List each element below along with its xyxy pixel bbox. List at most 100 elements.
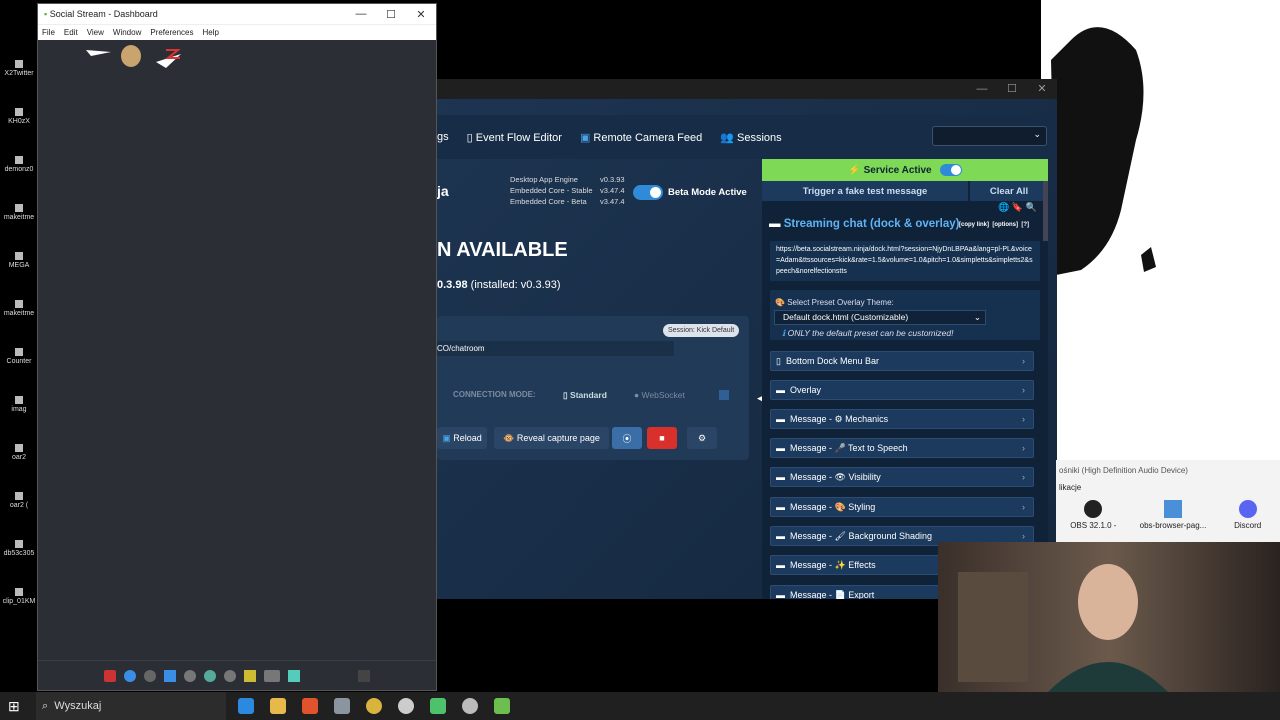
desktop-icon-8[interactable]: oar2: [0, 444, 38, 461]
desktop-icon-6[interactable]: Counter: [0, 348, 38, 365]
chevron-right-icon: ›: [1022, 356, 1025, 366]
menu-preferences[interactable]: Preferences: [150, 28, 193, 37]
taskbar-search[interactable]: ⌕ Wyszukaj: [36, 692, 226, 720]
refresh-icon[interactable]: [204, 669, 216, 682]
nav-partial[interactable]: gs: [437, 131, 449, 143]
desktop-icon-11[interactable]: clip_01KM: [0, 588, 38, 605]
auto-icon[interactable]: [264, 669, 280, 682]
scrollbar[interactable]: [1043, 181, 1048, 241]
desktop-icon-7[interactable]: imag: [0, 396, 38, 413]
chevron-right-icon: ›: [1022, 414, 1025, 424]
nav-sessions[interactable]: 👥 Sessions: [720, 131, 781, 144]
help-link[interactable]: [?]: [1021, 222, 1029, 228]
app3-icon[interactable]: [462, 698, 478, 714]
search-icon[interactable]: 🔍: [1025, 202, 1036, 212]
overlay-url[interactable]: https://beta.socialstream.ninja/dock.htm…: [770, 241, 1040, 281]
browser-icon: [1163, 500, 1182, 518]
broom-icon[interactable]: [244, 669, 256, 682]
accordion-label: Message - 🖌 Background Shading: [790, 530, 933, 541]
minimize-button[interactable]: —: [967, 79, 997, 99]
monkey-icon: 🐵: [503, 432, 515, 443]
menu-help[interactable]: Help: [202, 28, 218, 37]
menu-file[interactable]: File: [42, 28, 55, 37]
social-stream-icon[interactable]: [494, 698, 510, 714]
speaker-icon[interactable]: [288, 669, 300, 682]
emoji-icon[interactable]: [184, 669, 196, 682]
nav-event-flow[interactable]: ▯ Event Flow Editor: [467, 131, 562, 144]
accordion-item[interactable]: ▬ Message - 👁 Visibility ›: [770, 467, 1034, 487]
bell-icon[interactable]: [144, 669, 156, 682]
menu-edit[interactable]: Edit: [64, 28, 78, 37]
chevron-right-icon: ›: [1022, 472, 1025, 482]
maximize-button[interactable]: ☐: [997, 79, 1027, 99]
desktop-icon-5[interactable]: makeitme: [0, 300, 38, 317]
copy-link[interactable]: [copy link]: [959, 222, 989, 228]
desktop-icon-10[interactable]: db53c305: [0, 540, 38, 557]
clear-all-button[interactable]: Clear All: [970, 181, 1048, 201]
chrome-icon[interactable]: [366, 698, 382, 714]
minimize-toolbar-icon[interactable]: [358, 669, 370, 682]
maximize-button[interactable]: ☐: [376, 8, 406, 21]
accordion-item[interactable]: ▬ Overlay ›: [770, 380, 1034, 400]
reveal-button[interactable]: 🐵 Reveal capture page: [494, 427, 609, 449]
trigger-test-button[interactable]: Trigger a fake test message: [762, 181, 968, 201]
desktop-icon-3[interactable]: makeitme: [0, 204, 38, 221]
bookmark-icon[interactable]: 🔖: [1012, 202, 1023, 212]
mode-standard[interactable]: ▯ Standard: [563, 390, 607, 401]
service-toggle[interactable]: [939, 164, 962, 176]
desktop-icon-4[interactable]: MEGA: [0, 252, 38, 269]
stop-button[interactable]: ■: [647, 427, 677, 449]
accordion-item[interactable]: ▬ Message - 🎨 Styling ›: [770, 497, 1034, 517]
preset-select[interactable]: Default dock.html (Customizable) ⌄: [774, 310, 986, 325]
accordion-item[interactable]: ▬ Message - ⚙ Mechanics ›: [770, 409, 1034, 429]
pause-icon[interactable]: [104, 669, 116, 682]
settings-button[interactable]: ⚙: [687, 427, 717, 449]
channel-input[interactable]: CO/chatroom: [437, 341, 674, 356]
info-icon[interactable]: [719, 390, 729, 400]
edge-icon[interactable]: [238, 698, 254, 714]
accordion-label: Message - ✨ Effects: [790, 559, 876, 570]
chat-bubble-icon[interactable]: [124, 669, 136, 682]
desktop-icon-9[interactable]: oar2 (: [0, 492, 38, 509]
preset-label-text: Select Preset Overlay Theme:: [787, 298, 894, 307]
accordion-item[interactable]: ▬ Message - 🎤 Text to Speech ›: [770, 438, 1034, 458]
chevron-right-icon: ›: [1022, 443, 1025, 453]
version-block: Desktop App Engine v0.3.93 Embedded Core …: [510, 174, 690, 212]
palette-icon: 🎨: [775, 298, 785, 307]
nav-remote-camera[interactable]: ▣ Remote Camera Feed: [580, 131, 702, 144]
desktop-icon-2[interactable]: demonz0: [0, 156, 38, 173]
record-button[interactable]: ⦿: [612, 427, 642, 449]
accordion-label: Overlay: [790, 385, 822, 395]
minimize-button[interactable]: —: [346, 8, 376, 21]
options-link[interactable]: [options]: [992, 222, 1018, 228]
app-obs[interactable]: OBS 32.1.0 -: [1063, 500, 1123, 530]
nav-select[interactable]: ⌄: [932, 126, 1047, 146]
desktop-icon-0[interactable]: X2Twitter: [0, 60, 38, 77]
app-discord[interactable]: Discord: [1223, 500, 1273, 530]
beta-toggle[interactable]: [633, 185, 663, 200]
close-button[interactable]: ✕: [406, 8, 436, 21]
menu-view[interactable]: View: [87, 28, 104, 37]
filter-icon[interactable]: [164, 669, 176, 682]
reload-button[interactable]: ▣ Reload: [437, 427, 487, 449]
camera-icon: ▣: [579, 131, 591, 144]
app-icon[interactable]: [334, 698, 350, 714]
windows-start-icon[interactable]: ⊞: [8, 698, 24, 714]
stable-label: Embedded Core - Stable: [510, 186, 593, 195]
globe-icon[interactable]: 🌐: [998, 202, 1009, 212]
apps-label: likacje: [1059, 483, 1082, 492]
close-button[interactable]: ✕: [1027, 79, 1057, 99]
app2-icon[interactable]: [398, 698, 414, 714]
brave-icon[interactable]: [302, 698, 318, 714]
mode-websocket[interactable]: ● WebSocket: [634, 390, 685, 400]
folder-icon[interactable]: [270, 698, 286, 714]
accordion-label: Message - 📄 Export: [790, 589, 875, 600]
beta-label: Embedded Core - Beta: [510, 197, 587, 206]
desktop-icon-1[interactable]: KH0zX: [0, 108, 38, 125]
menu-window[interactable]: Window: [113, 28, 141, 37]
accordion-item[interactable]: ▯ Bottom Dock Menu Bar ›: [770, 351, 1034, 371]
arrow-app-icon[interactable]: [430, 698, 446, 714]
app-obs-browser[interactable]: obs-browser-pag...: [1138, 500, 1208, 530]
settings-icon[interactable]: [224, 669, 236, 682]
item-icon: ▯: [776, 355, 781, 366]
